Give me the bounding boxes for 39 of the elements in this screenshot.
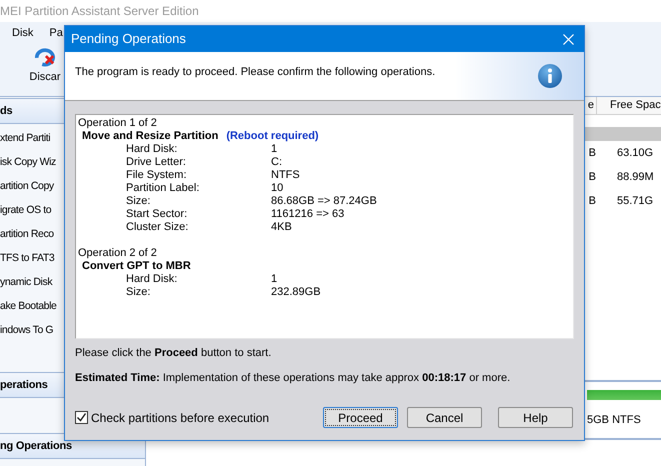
section-title: ds [0, 104, 12, 119]
checkbox-label: Check partitions before execution [91, 410, 270, 426]
field-value: 232.89GB [271, 286, 321, 299]
operation-heading: Operation 2 of 2 [78, 247, 158, 260]
operation-heading: Operation 1 of 2 [78, 117, 158, 130]
field-value: 1 [271, 273, 278, 286]
field-label: Size: [126, 286, 152, 299]
field-label: Drive Letter: [126, 156, 187, 169]
operation-title: Move and Resize Partition [82, 130, 218, 143]
field-value: NTFS [271, 169, 300, 182]
field-label: Partition Label: [126, 182, 200, 195]
field-value: 1161216 => 63 [271, 208, 344, 221]
field-value: 1 [271, 143, 278, 156]
section-title: ng Operations [0, 438, 72, 454]
field-label: File System: [126, 169, 188, 182]
field-label: Hard Disk: [126, 143, 178, 156]
field-value: 10 [271, 182, 284, 195]
field-label: Start Sector: [126, 208, 188, 221]
field-label: Size: [126, 195, 152, 208]
table-cell-text: B [588, 170, 597, 185]
table-cell-text: 63.10G [616, 146, 654, 161]
table-cell-text: B [588, 146, 597, 161]
field-label: Hard Disk: [126, 273, 178, 286]
section-title: perations [0, 378, 48, 393]
operation-title: Convert GPT to MBR [82, 260, 191, 273]
reboot-note: (Reboot required) [226, 130, 319, 143]
dialog-title: Pending Operations [71, 30, 186, 48]
partition-label: 5GB NTFS [587, 413, 642, 428]
field-value: C: [271, 156, 282, 169]
field-value: 4KB [271, 221, 292, 234]
table-cell-text: 88.99M [616, 170, 655, 185]
instruction-text: Please click the Proceed button to start. [75, 347, 272, 360]
estimate-text: Estimated Time: Implementation of these operations may take approx 00:18:17 or more. [75, 372, 512, 385]
app-title: MEI Partition Assistant Server Edition [0, 3, 199, 20]
table-cell-text: 55.71G [616, 194, 654, 209]
field-value: 86.68GB => 87.24GB [271, 195, 377, 208]
field-label: Cluster Size: [126, 221, 190, 234]
table-cell-text: B [588, 194, 597, 209]
intro-text: The program is ready to proceed. Please confirm the following operations. [75, 64, 436, 80]
